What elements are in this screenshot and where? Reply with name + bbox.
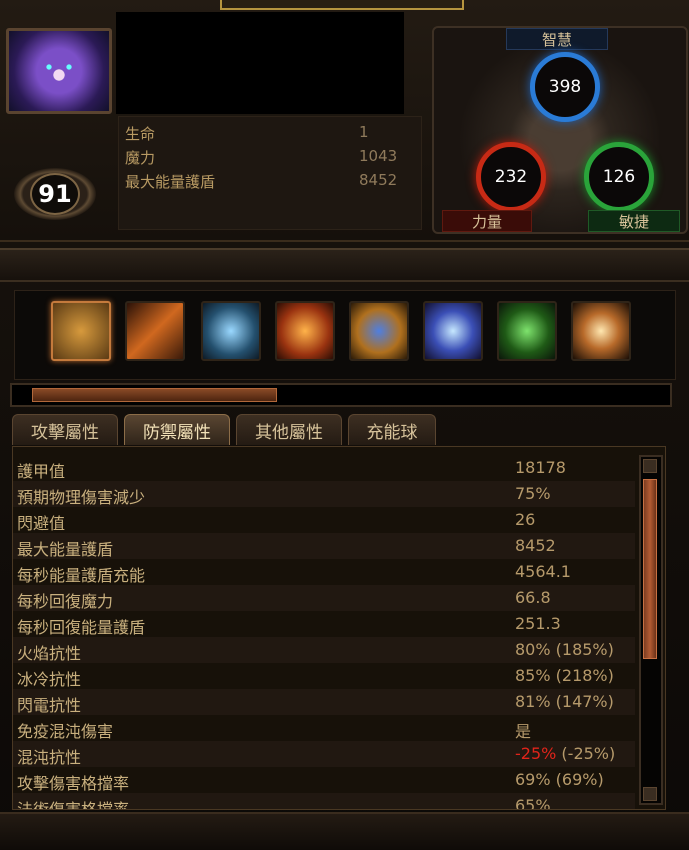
sword-skill-icon[interactable] (51, 301, 111, 361)
shield-rune-skill-icon[interactable] (349, 301, 409, 361)
stat-label: 混沌抗性 (17, 748, 82, 767)
stat-value: 26 (515, 510, 536, 529)
dexterity-label: 敏捷 (588, 210, 680, 232)
character-header: 91 生命 1 魔力 1043 最大能量護盾 8452 智慧 398 232 1… (0, 0, 689, 242)
stat-value: 4564.1 (515, 562, 571, 581)
strength-label: 力量 (442, 210, 532, 232)
stat-row: 免疫混沌傷害 是 (13, 715, 635, 741)
stat-label: 免疫混沌傷害 (17, 722, 114, 741)
ember-slash-skill-icon[interactable] (125, 301, 185, 361)
stat-label: 法術傷害格擋率 (17, 800, 130, 810)
stat-label: 每秒回復能量護盾 (17, 618, 146, 637)
tab-defense[interactable]: 防禦屬性 (124, 414, 230, 445)
stat-value: 是 (515, 722, 532, 741)
vital-row-mana: 魔力 1043 (125, 147, 415, 169)
stat-value: -25% (-25%) (515, 744, 615, 763)
intelligence-label: 智慧 (506, 28, 608, 50)
level-number: 91 (30, 173, 80, 215)
stat-row: 每秒能量護盾充能 4564.1 (13, 559, 635, 585)
stat-value: 69% (69%) (515, 770, 604, 789)
fire-ring-skill-icon[interactable] (571, 301, 631, 361)
redacted-name-area (116, 12, 404, 114)
dexterity-orb[interactable]: 126 (584, 142, 654, 212)
ghost-skill-icon[interactable] (201, 301, 261, 361)
tab-charges[interactable]: 充能球 (348, 414, 436, 445)
stat-value: 65% (515, 796, 551, 810)
vitals-panel: 生命 1 魔力 1043 最大能量護盾 8452 (118, 116, 422, 230)
stat-label: 冰冷抗性 (17, 670, 82, 689)
vital-label: 生命 (125, 125, 156, 143)
scroll-down-button[interactable] (643, 787, 657, 801)
vital-label: 最大能量護盾 (125, 173, 216, 191)
stat-value-negative: -25% (515, 744, 557, 763)
tab-offense[interactable]: 攻擊屬性 (12, 414, 118, 445)
poison-skill-icon[interactable] (497, 301, 557, 361)
stat-row: 每秒回復魔力 66.8 (13, 585, 635, 611)
stat-value-rest: (-25%) (556, 744, 616, 763)
stat-value: 66.8 (515, 588, 551, 607)
stat-value: 80% (185%) (515, 640, 614, 659)
stat-label: 攻擊傷害格擋率 (17, 774, 130, 793)
stat-row: 每秒回復能量護盾 251.3 (13, 611, 635, 637)
stat-row: 冰冷抗性 85% (218%) (13, 663, 635, 689)
vital-row-energy-shield: 最大能量護盾 8452 (125, 171, 415, 193)
vital-row-life: 生命 1 (125, 123, 415, 145)
scroll-up-button[interactable] (643, 459, 657, 473)
character-portrait (6, 28, 112, 114)
panel-ornament (0, 248, 689, 282)
stat-row: 閃電抗性 81% (147%) (13, 689, 635, 715)
stat-label: 每秒回復魔力 (17, 592, 114, 611)
stat-row: 最大能量護盾 8452 (13, 533, 635, 559)
stat-value: 75% (515, 484, 551, 503)
stat-row: 法術傷害格擋率 65% (13, 793, 635, 810)
vital-value: 1043 (359, 147, 398, 165)
vital-value: 8452 (359, 171, 398, 189)
strength-orb[interactable]: 232 (476, 142, 546, 212)
character-window: 91 生命 1 魔力 1043 最大能量護盾 8452 智慧 398 232 1… (0, 0, 689, 850)
skill-scrollbar[interactable] (10, 383, 672, 407)
stat-label: 閃避值 (17, 514, 66, 533)
stat-label: 預期物理傷害減少 (17, 488, 146, 507)
vital-label: 魔力 (125, 149, 156, 167)
tab-misc[interactable]: 其他屬性 (236, 414, 342, 445)
stat-row: 火焰抗性 80% (185%) (13, 637, 635, 663)
stat-label: 最大能量護盾 (17, 540, 114, 559)
level-badge: 91 (14, 168, 96, 220)
header-ornament (220, 0, 464, 10)
stats-scrollbar-thumb[interactable] (643, 479, 657, 659)
vital-value: 1 (359, 123, 369, 141)
stat-value: 8452 (515, 536, 556, 555)
footer-ornament (0, 812, 689, 850)
stat-row: 混沌抗性 -25% (-25%) (13, 741, 635, 767)
fire-burst-skill-icon[interactable] (275, 301, 335, 361)
stat-label: 每秒能量護盾充能 (17, 566, 146, 585)
lightning-ball-skill-icon[interactable] (423, 301, 483, 361)
stat-label: 護甲值 (17, 462, 66, 481)
stat-value: 81% (147%) (515, 692, 614, 711)
stat-label: 閃電抗性 (17, 696, 82, 715)
stat-value: 18178 (515, 458, 566, 477)
skill-bar (14, 290, 676, 380)
intelligence-orb[interactable]: 398 (530, 52, 600, 122)
stats-scrollbar[interactable] (639, 455, 663, 805)
stat-value: 85% (218%) (515, 666, 614, 685)
skill-scrollbar-thumb[interactable] (32, 388, 277, 402)
stat-row: 預期物理傷害減少 75% (13, 481, 635, 507)
stat-row: 閃避值 26 (13, 507, 635, 533)
stat-row: 護甲值 18178 (13, 455, 635, 481)
stat-value: 251.3 (515, 614, 561, 633)
stats-list: 護甲值 18178 預期物理傷害減少 75% 閃避值 26 最大能量護盾 845… (12, 446, 666, 810)
attribute-medallion: 智慧 398 232 126 力量 敏捷 (432, 26, 688, 234)
stat-row: 攻擊傷害格擋率 69% (69%) (13, 767, 635, 793)
stat-label: 火焰抗性 (17, 644, 82, 663)
